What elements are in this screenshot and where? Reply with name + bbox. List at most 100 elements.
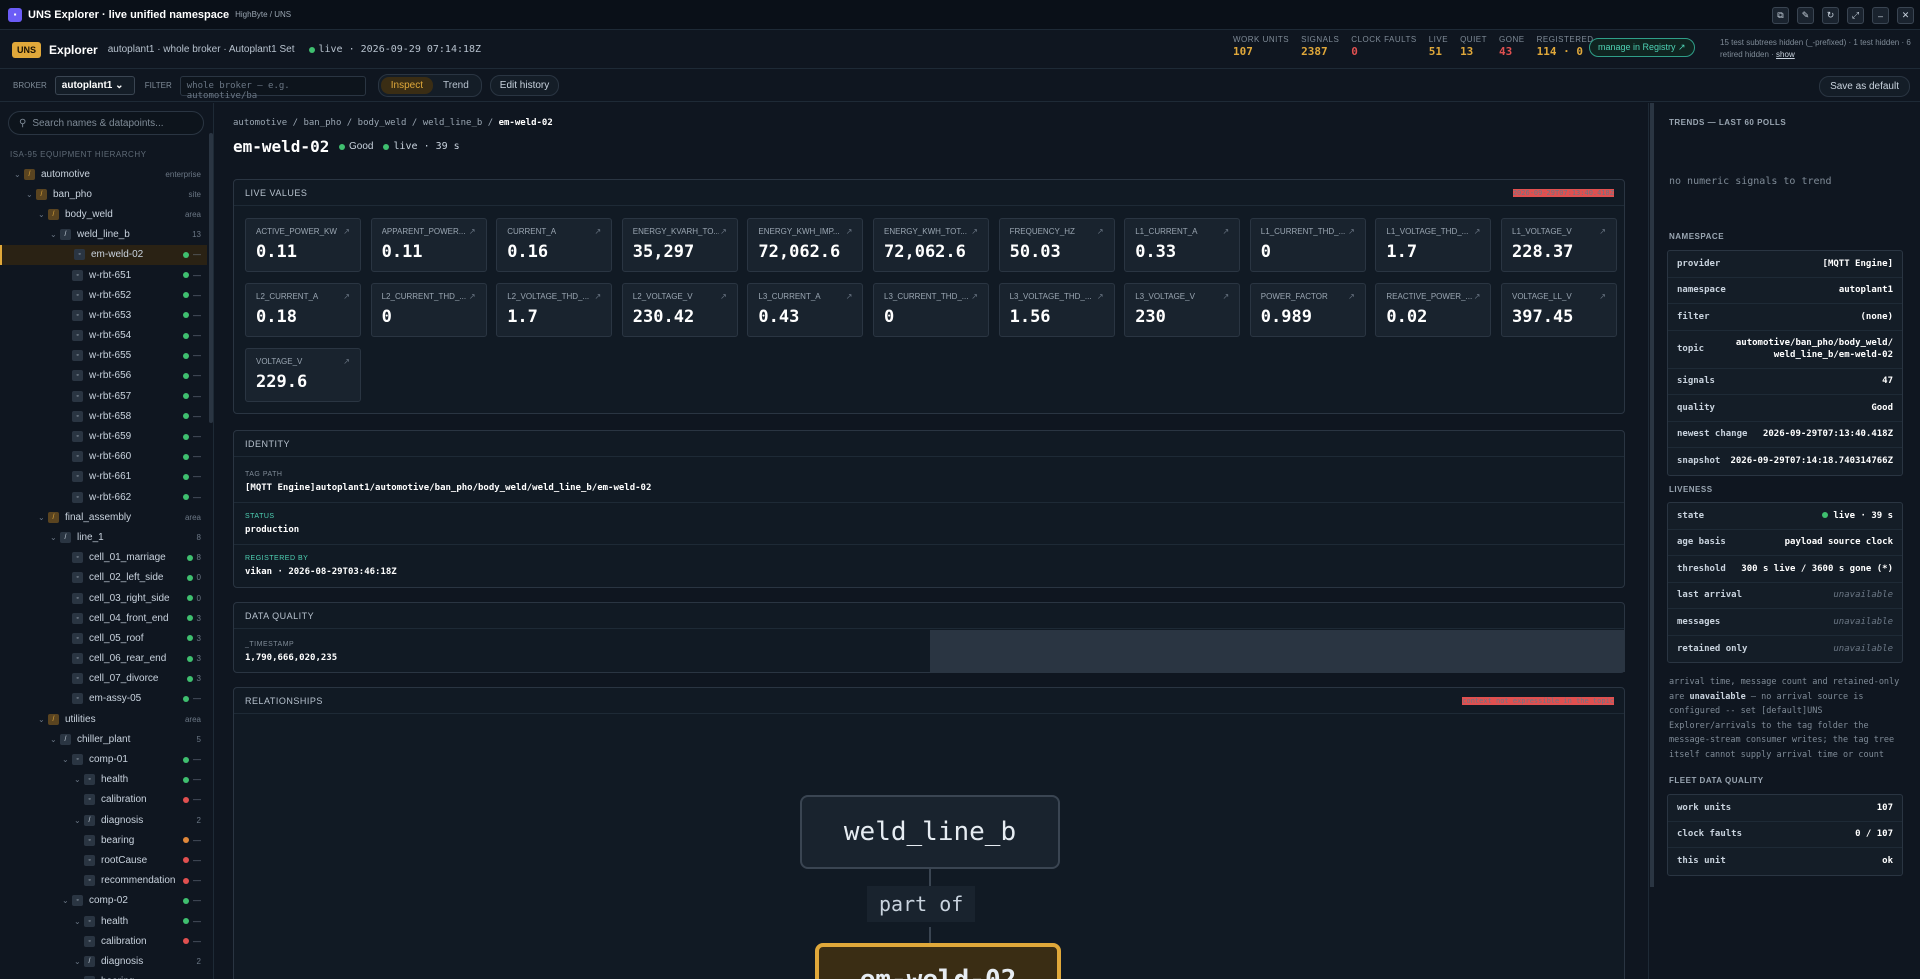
chevron-down-icon[interactable]: ⌄ bbox=[38, 715, 48, 724]
external-link-icon[interactable]: ↗ bbox=[1599, 292, 1606, 301]
chevron-down-icon[interactable]: ⌄ bbox=[14, 170, 24, 179]
value-card[interactable]: L1_CURRENT_THD_... ↗ 0 bbox=[1249, 218, 1366, 272]
tree-item[interactable]: ◦ calibration — bbox=[0, 931, 207, 951]
search-input[interactable]: ⚲ Search names & datapoints... bbox=[8, 111, 204, 135]
external-link-icon[interactable]: ↗ bbox=[1348, 227, 1355, 236]
external-link-icon[interactable]: ↗ bbox=[1474, 292, 1481, 301]
parent-node[interactable]: weld_line_b bbox=[800, 795, 1060, 869]
value-card[interactable]: L2_VOLTAGE_V ↗ 230.42 bbox=[621, 283, 738, 337]
tree-item[interactable]: ◦ cell_05_roof 3 bbox=[0, 628, 207, 648]
tree-item[interactable]: ◦ calibration — bbox=[0, 790, 207, 810]
tree-item[interactable]: ⌄ / diagnosis 2 bbox=[0, 951, 207, 971]
external-link-icon[interactable]: ↗ bbox=[343, 292, 350, 301]
value-card[interactable]: L1_CURRENT_A ↗ 0.33 bbox=[1124, 218, 1241, 272]
save-default-button[interactable]: Save as default bbox=[1819, 76, 1910, 97]
broker-select[interactable]: autoplant1 ⌄ bbox=[54, 76, 135, 95]
value-card[interactable]: REACTIVE_POWER_... ↗ 0.02 bbox=[1375, 283, 1492, 337]
value-card[interactable]: L3_CURRENT_THD_... ↗ 0 bbox=[873, 283, 989, 337]
manage-registry-button[interactable]: manage in Registry ↗ bbox=[1589, 38, 1695, 57]
tree-item[interactable]: ◦ w-rbt-662 — bbox=[0, 487, 207, 507]
breadcrumb-item[interactable]: ban_pho bbox=[303, 118, 341, 128]
minimize-icon[interactable]: – bbox=[1872, 7, 1889, 24]
tree-item[interactable]: ⌄ / utilities area bbox=[0, 709, 207, 729]
tree-item[interactable]: ◦ bearing — bbox=[0, 830, 207, 850]
value-card[interactable]: POWER_FACTOR ↗ 0.989 bbox=[1249, 283, 1366, 337]
chevron-down-icon[interactable]: ⌄ bbox=[50, 533, 60, 542]
value-card[interactable]: VOLTAGE_LL_V ↗ 397.45 bbox=[1501, 283, 1617, 337]
external-link-icon[interactable]: ↗ bbox=[971, 292, 978, 301]
tree-item[interactable]: ⌄ / automotive enterprise bbox=[0, 164, 207, 184]
value-card[interactable]: L2_CURRENT_A ↗ 0.18 bbox=[245, 283, 361, 337]
filter-input[interactable]: whole broker — e.g. automotive/ba bbox=[179, 75, 366, 101]
edit-history-button[interactable]: Edit history bbox=[489, 75, 560, 96]
breadcrumb-item[interactable]: body_weld bbox=[358, 118, 407, 128]
external-link-icon[interactable]: ↗ bbox=[1222, 227, 1229, 236]
sidebar-scrollbar[interactable] bbox=[209, 133, 213, 423]
tree-item[interactable]: ◦ cell_06_rear_end 3 bbox=[0, 649, 207, 669]
tree-item[interactable]: ◦ cell_07_divorce 3 bbox=[0, 669, 207, 689]
external-link-icon[interactable]: ↗ bbox=[846, 227, 853, 236]
external-link-icon[interactable]: ↗ bbox=[343, 357, 350, 366]
tree-item[interactable]: ⌄ / weld_line_b 13 bbox=[0, 225, 207, 245]
tree-item[interactable]: ◦ w-rbt-656 — bbox=[0, 366, 207, 386]
value-card[interactable]: ENERGY_KWH_IMP... ↗ 72,062.6 bbox=[747, 218, 864, 272]
external-link-icon[interactable]: ↗ bbox=[846, 292, 853, 301]
chevron-down-icon[interactable]: ⌄ bbox=[74, 816, 84, 825]
chevron-down-icon[interactable]: ⌄ bbox=[74, 917, 84, 926]
tree-item[interactable]: ◦ w-rbt-658 — bbox=[0, 406, 207, 426]
tree-item[interactable]: ⌄ / ban_pho site bbox=[0, 184, 207, 204]
value-card[interactable]: ENERGY_KWH_TOT... ↗ 72,062.6 bbox=[873, 218, 989, 272]
value-card[interactable]: L3_CURRENT_A ↗ 0.43 bbox=[747, 283, 864, 337]
tab-trend[interactable]: Trend bbox=[433, 77, 479, 94]
chevron-down-icon[interactable]: ⌄ bbox=[62, 755, 72, 764]
chevron-down-icon[interactable]: ⌄ bbox=[74, 957, 84, 966]
chevron-down-icon[interactable]: ⌄ bbox=[50, 735, 60, 744]
selected-node[interactable]: em-weld-02 bbox=[815, 943, 1061, 979]
tree-item[interactable]: ◦ cell_04_front_end 3 bbox=[0, 608, 207, 628]
pin-icon[interactable]: ✎ bbox=[1797, 7, 1814, 24]
external-link-icon[interactable]: ↗ bbox=[1097, 292, 1104, 301]
tree-item[interactable]: ◦ w-rbt-652 — bbox=[0, 285, 207, 305]
external-link-icon[interactable]: ↗ bbox=[1599, 227, 1606, 236]
value-card[interactable]: VOLTAGE_V ↗ 229.6 bbox=[245, 348, 361, 402]
external-link-icon[interactable]: ↗ bbox=[469, 227, 476, 236]
value-card[interactable]: APPARENT_POWER... ↗ 0.11 bbox=[370, 218, 487, 272]
value-card[interactable]: ENERGY_KVARH_TO... ↗ 35,297 bbox=[621, 218, 738, 272]
external-link-icon[interactable]: ↗ bbox=[594, 227, 601, 236]
value-card[interactable]: L2_VOLTAGE_THD_... ↗ 1.7 bbox=[496, 283, 613, 337]
tree-item[interactable]: ⌄ / diagnosis 2 bbox=[0, 810, 207, 830]
tree-item[interactable]: ◦ w-rbt-654 — bbox=[0, 326, 207, 346]
tree-item[interactable]: ◦ w-rbt-651 — bbox=[0, 265, 207, 285]
tree-item[interactable]: ⌄ ◦ health — bbox=[0, 911, 207, 931]
refresh-icon[interactable]: ↻ bbox=[1822, 7, 1839, 24]
tree-item[interactable]: ◦ rootCause — bbox=[0, 850, 207, 870]
value-card[interactable]: L3_VOLTAGE_V ↗ 230 bbox=[1124, 283, 1241, 337]
main-scrollbar[interactable] bbox=[1650, 103, 1654, 887]
tree-item[interactable]: ◦ w-rbt-653 — bbox=[0, 305, 207, 325]
tab-inspect[interactable]: Inspect bbox=[380, 77, 434, 94]
tree-item[interactable]: ⌄ / chiller_plant 5 bbox=[0, 729, 207, 749]
tree-item[interactable]: ◦ em-weld-02 — bbox=[0, 244, 207, 265]
value-card[interactable]: CURRENT_A ↗ 0.16 bbox=[496, 218, 613, 272]
expand-icon[interactable]: ⤢ bbox=[1847, 7, 1864, 24]
external-link-icon[interactable]: ↗ bbox=[1474, 227, 1481, 236]
tree-item[interactable]: ◦ recommendation — bbox=[0, 871, 207, 891]
external-link-icon[interactable]: ↗ bbox=[343, 227, 350, 236]
chevron-down-icon[interactable]: ⌄ bbox=[74, 775, 84, 784]
chevron-down-icon[interactable]: ⌄ bbox=[38, 210, 48, 219]
tree-item[interactable]: ◦ w-rbt-660 — bbox=[0, 447, 207, 467]
tree-item[interactable]: ⌄ / final_assembly area bbox=[0, 507, 207, 527]
tree-item[interactable]: ◦ cell_01_marriage 8 bbox=[0, 548, 207, 568]
breadcrumb-item[interactable]: automotive bbox=[233, 118, 287, 128]
tree-item[interactable]: ◦ w-rbt-659 — bbox=[0, 426, 207, 446]
tree-item[interactable]: ◦ em-assy-05 — bbox=[0, 689, 207, 709]
tree-item[interactable]: ◦ cell_02_left_side 0 bbox=[0, 568, 207, 588]
external-link-icon[interactable]: ↗ bbox=[469, 292, 476, 301]
external-link-icon[interactable]: ↗ bbox=[594, 292, 601, 301]
tree-item[interactable]: ⌄ / body_weld area bbox=[0, 204, 207, 224]
tree-item[interactable]: ◦ w-rbt-657 — bbox=[0, 386, 207, 406]
value-card[interactable]: FREQUENCY_HZ ↗ 50.03 bbox=[998, 218, 1115, 272]
value-card[interactable]: L1_VOLTAGE_V ↗ 228.37 bbox=[1501, 218, 1617, 272]
external-link-icon[interactable]: ↗ bbox=[1348, 292, 1355, 301]
copy-icon[interactable]: ⧉ bbox=[1772, 7, 1789, 24]
